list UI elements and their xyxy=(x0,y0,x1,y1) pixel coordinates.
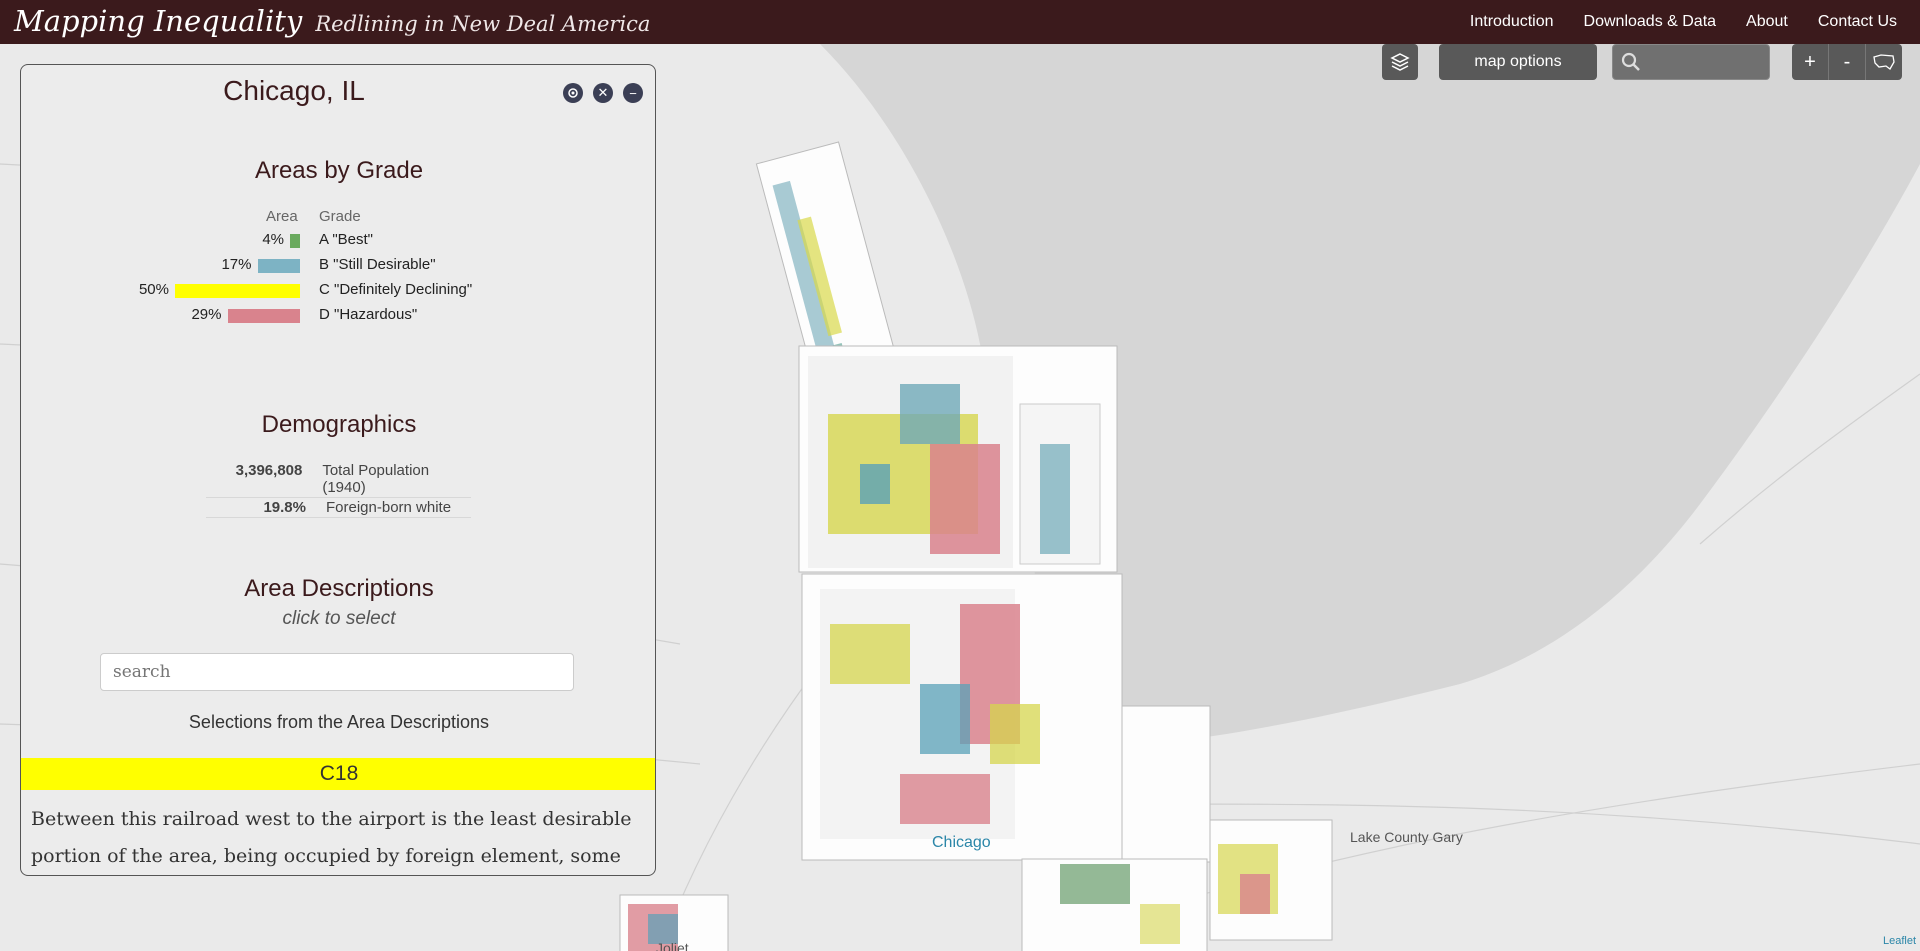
nav-contact-us[interactable]: Contact Us xyxy=(1818,13,1897,31)
grade-row-b[interactable]: 17% B "Still Desirable" xyxy=(21,256,655,276)
place-label-lake-county-gary: Lake County Gary xyxy=(1350,829,1463,845)
demographics-table: 3,396,808 Total Population (1940) 19.8% … xyxy=(206,461,471,518)
area-column-header: Area xyxy=(266,208,298,225)
grade-pct: 4% xyxy=(262,231,284,248)
search-icon xyxy=(1621,52,1640,71)
zoom-in-button[interactable]: + xyxy=(1792,44,1828,80)
selected-area-badge[interactable]: C18 xyxy=(21,758,655,790)
grade-bar xyxy=(175,284,300,298)
zoom-out-button[interactable]: - xyxy=(1828,44,1865,80)
map-sheet-1[interactable] xyxy=(798,345,1118,573)
minimize-panel-button[interactable]: − xyxy=(623,83,643,103)
demographics-value: 3,396,808 xyxy=(235,462,303,479)
minus-icon: − xyxy=(629,85,637,101)
demographics-heading: Demographics xyxy=(261,411,417,438)
demographics-value: 19.8% xyxy=(263,499,306,516)
layers-icon xyxy=(1390,53,1410,71)
close-icon: ✕ xyxy=(597,85,609,100)
map-options-button[interactable]: map options xyxy=(1439,44,1597,80)
grades-heading: Areas by Grade xyxy=(254,157,424,184)
demographics-label: Foreign-born white xyxy=(326,499,452,516)
site-subtitle: Redlining in New Deal America xyxy=(315,12,651,36)
demographics-row: 3,396,808 Total Population (1940) xyxy=(206,461,471,498)
place-label-joliet: Joliet xyxy=(656,940,689,951)
area-search-field[interactable] xyxy=(100,653,574,691)
leaflet-attribution-link[interactable]: Leaflet xyxy=(1883,935,1916,947)
layers-button[interactable] xyxy=(1382,44,1418,80)
grade-label: C "Definitely Declining" xyxy=(319,281,473,298)
grade-pct: 29% xyxy=(191,306,222,323)
area-description-text: Between this railroad west to the airpor… xyxy=(31,808,632,867)
demographics-row: 19.8% Foreign-born white xyxy=(206,498,471,518)
zoom-controls: + - xyxy=(1792,44,1902,80)
nav-downloads-data[interactable]: Downloads & Data xyxy=(1584,13,1717,31)
area-descriptions-heading: Area Descriptions xyxy=(244,575,434,602)
nav-about[interactable]: About xyxy=(1746,13,1788,31)
grade-label: B "Still Desirable" xyxy=(319,256,436,273)
nav-introduction[interactable]: Introduction xyxy=(1470,13,1554,31)
panel-city-title: Chicago, IL xyxy=(223,75,365,106)
close-panel-button[interactable]: ✕ xyxy=(593,83,613,103)
demographics-label: Total Population (1940) xyxy=(322,462,430,496)
map-search-input[interactable] xyxy=(1647,53,1761,71)
grade-label: D "Hazardous" xyxy=(319,306,418,323)
grade-label: A "Best" xyxy=(319,231,374,248)
top-bar: Mapping Inequality Redlining in New Deal… xyxy=(0,0,1920,44)
grade-pct: 50% xyxy=(138,281,169,298)
grade-column-header: Grade xyxy=(319,208,361,225)
place-label-chicago: Chicago xyxy=(932,834,991,851)
recenter-button[interactable] xyxy=(563,83,583,103)
us-map-icon xyxy=(1873,54,1895,70)
grade-row-a[interactable]: 4% A "Best" xyxy=(21,231,655,251)
grade-row-d[interactable]: 29% D "Hazardous" xyxy=(21,306,655,326)
grade-pct: 17% xyxy=(221,256,252,273)
map-search-field[interactable] xyxy=(1612,44,1770,80)
grade-row-c[interactable]: 50% C "Definitely Declining" xyxy=(21,281,655,301)
grade-bar xyxy=(227,309,300,323)
us-map-button[interactable] xyxy=(1865,44,1902,80)
site-title: Mapping Inequality xyxy=(14,4,303,38)
crosshair-icon xyxy=(568,88,578,98)
grade-bar xyxy=(257,259,300,273)
area-search-input[interactable] xyxy=(111,661,563,683)
selections-heading: Selections from the Area Descriptions xyxy=(188,712,490,732)
map-sheet-gary[interactable] xyxy=(1209,819,1333,941)
grade-bar xyxy=(290,234,300,248)
site-brand[interactable]: Mapping Inequality Redlining in New Deal… xyxy=(14,4,650,38)
area-descriptions-hint: click to select xyxy=(282,608,396,629)
panel-actions: ✕ − xyxy=(563,83,643,103)
map-sheet-2[interactable] xyxy=(801,573,1123,861)
main-nav: Introduction Downloads & Data About Cont… xyxy=(1455,0,1912,44)
city-info-panel: Chicago, IL ✕ − Areas by Grade Area Grad… xyxy=(20,64,656,876)
